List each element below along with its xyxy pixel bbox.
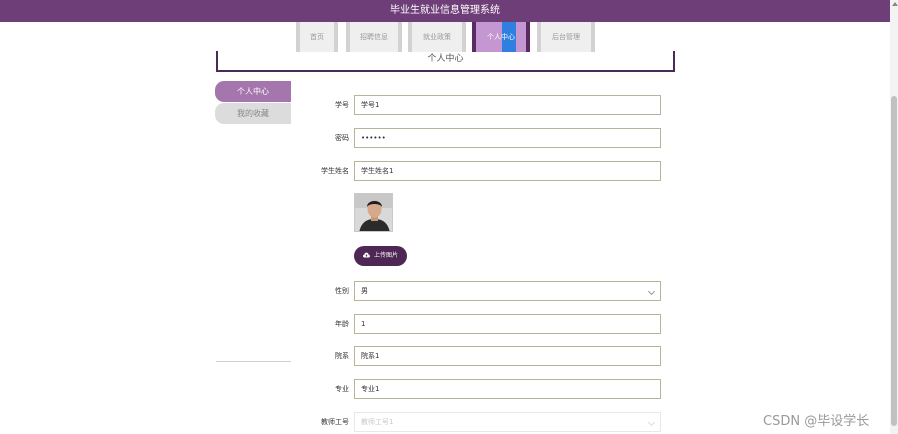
age-value: 1 bbox=[361, 320, 366, 328]
tab-home[interactable]: 首页 bbox=[296, 22, 338, 52]
student-no-label: 学号 bbox=[335, 101, 349, 109]
page-title-box: 个人中心 bbox=[216, 51, 675, 72]
major-value: 专业1 bbox=[361, 385, 380, 393]
tab-recruitment[interactable]: 招聘信息 bbox=[346, 22, 402, 52]
password-label: 密码 bbox=[335, 134, 349, 142]
major-label: 专业 bbox=[335, 385, 349, 393]
major-input[interactable]: 专业1 bbox=[354, 379, 661, 399]
scroll-up-icon[interactable] bbox=[892, 2, 898, 6]
password-value: •••••• bbox=[361, 134, 386, 142]
tab-admin[interactable]: 后台管理 bbox=[537, 22, 595, 52]
department-value: 院系1 bbox=[361, 352, 380, 360]
watermark: CSDN @毕设学长 bbox=[763, 414, 870, 429]
upload-image-button[interactable]: 上传图片 bbox=[354, 246, 407, 266]
student-name-value: 学生姓名1 bbox=[361, 167, 394, 175]
tab-label: 就业政策 bbox=[423, 33, 451, 41]
student-name-input[interactable]: 学生姓名1 bbox=[354, 161, 661, 181]
tab-label: 个人中心 bbox=[487, 33, 515, 41]
teacher-no-label: 教师工号 bbox=[321, 418, 349, 426]
gender-value: 男 bbox=[361, 287, 368, 295]
gender-select[interactable]: 男 bbox=[354, 281, 661, 301]
student-no-value: 学号1 bbox=[361, 101, 380, 109]
department-input[interactable]: 院系1 bbox=[354, 346, 661, 366]
tab-label: 后台管理 bbox=[552, 33, 580, 41]
student-no-input[interactable]: 学号1 bbox=[354, 95, 661, 115]
side-menu-personal-center[interactable]: 个人中心 bbox=[215, 81, 291, 102]
app-title: 毕业生就业信息管理系统 bbox=[390, 5, 500, 16]
tab-label: 首页 bbox=[310, 33, 324, 41]
side-menu-label: 个人中心 bbox=[237, 87, 269, 96]
teacher-no-select[interactable]: 教师工号1 bbox=[354, 412, 661, 432]
student-name-label: 学生姓名 bbox=[321, 167, 349, 175]
password-input[interactable]: •••••• bbox=[354, 128, 661, 148]
upload-image-label: 上传图片 bbox=[373, 252, 398, 259]
avatar bbox=[354, 193, 393, 232]
tab-personal-center[interactable]: 个人中心 bbox=[472, 22, 530, 52]
age-label: 年龄 bbox=[335, 320, 349, 328]
side-divider bbox=[216, 361, 291, 362]
tab-policy[interactable]: 就业政策 bbox=[408, 22, 466, 52]
side-menu-label: 我的收藏 bbox=[237, 109, 269, 118]
department-label: 院系 bbox=[335, 352, 349, 360]
app-header: 毕业生就业信息管理系统 bbox=[0, 0, 890, 22]
age-input[interactable]: 1 bbox=[354, 314, 661, 334]
cloud-upload-icon bbox=[363, 252, 371, 258]
scrollbar-thumb[interactable] bbox=[891, 96, 897, 426]
side-menu-favorites[interactable]: 我的收藏 bbox=[215, 103, 291, 124]
teacher-no-placeholder: 教师工号1 bbox=[361, 418, 394, 426]
page-title: 个人中心 bbox=[427, 54, 464, 64]
avatar-photo bbox=[355, 194, 392, 231]
top-nav: 首页 招聘信息 就业政策 个人中心 后台管理 bbox=[0, 22, 890, 52]
gender-label: 性别 bbox=[335, 287, 349, 295]
tab-label: 招聘信息 bbox=[360, 33, 388, 41]
